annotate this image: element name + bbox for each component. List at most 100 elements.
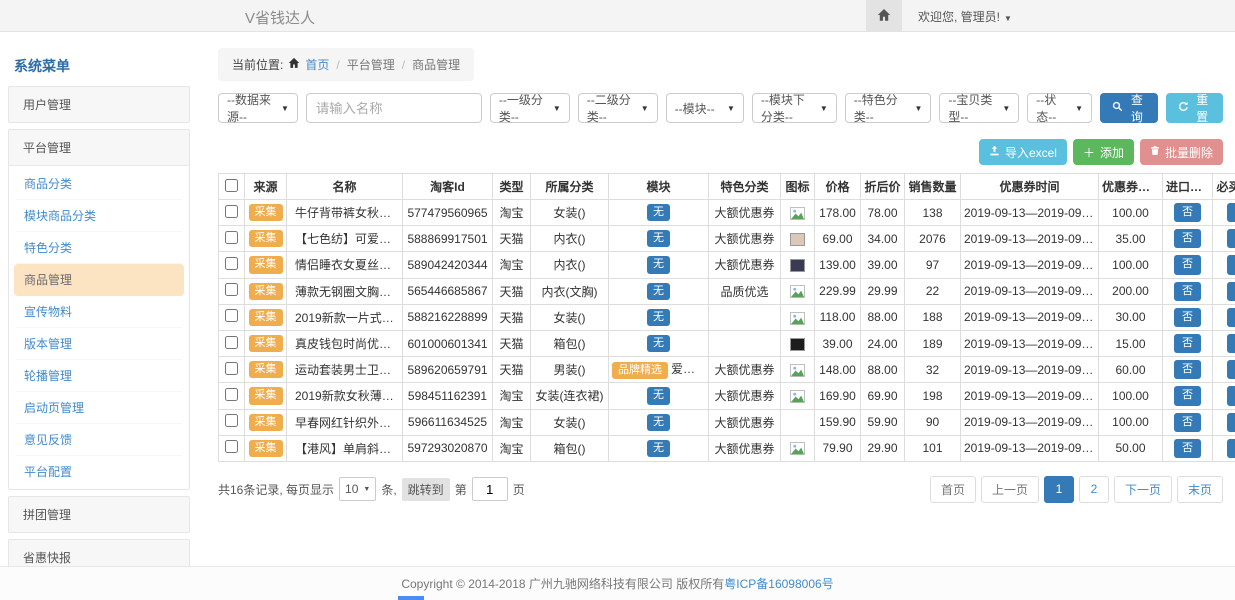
row-checkbox[interactable] (225, 283, 238, 296)
sidebar-subitem-意见反馈[interactable]: 意见反馈 (14, 424, 184, 456)
module-cell: 无 (609, 278, 709, 304)
sidebar-subitem-轮播管理[interactable]: 轮播管理 (14, 360, 184, 392)
row-checkbox[interactable] (225, 440, 238, 453)
add-button[interactable]: ＋ 添加 (1073, 139, 1134, 165)
discount-price-cell: 59.90 (861, 409, 905, 435)
sidebar-subitem-版本管理[interactable]: 版本管理 (14, 328, 184, 360)
sidebar-subitem-启动页管理[interactable]: 启动页管理 (14, 392, 184, 424)
sidebar-subitem-模块商品分类[interactable]: 模块商品分类 (14, 200, 184, 232)
sidebar-item-拼团管理[interactable]: 拼团管理 (9, 497, 189, 532)
category-cell: 女装(连衣裙) (531, 383, 609, 409)
import-select-toggle[interactable]: 否 (1174, 386, 1201, 405)
pager-button-上一页[interactable]: 上一页 (981, 476, 1039, 503)
pager-button-首页[interactable]: 首页 (930, 476, 976, 503)
breadcrumb-home-link[interactable]: 首页 (305, 56, 329, 73)
sidebar-subitem-宣传物料[interactable]: 宣传物料 (14, 296, 184, 328)
sidebar-subitem-特色分类[interactable]: 特色分类 (14, 232, 184, 264)
import-select-toggle[interactable]: 否 (1174, 282, 1201, 301)
search-input[interactable] (306, 93, 482, 123)
source-badge: 采集 (249, 440, 283, 457)
breadcrumb-item: 商品管理 (412, 56, 460, 73)
pager-button-末页[interactable]: 末页 (1177, 476, 1223, 503)
filter-select-0[interactable]: --数据来源--▼ (218, 93, 298, 123)
row-checkbox[interactable] (225, 414, 238, 427)
row-checkbox[interactable] (225, 231, 238, 244)
column-header-名称: 名称 (287, 174, 403, 200)
must-buy-toggle[interactable]: 否 (1227, 308, 1235, 327)
import-select-toggle[interactable]: 否 (1174, 255, 1201, 274)
sidebar-subitem-商品管理[interactable]: 商品管理 (14, 264, 184, 296)
must-buy-toggle[interactable]: 否 (1227, 255, 1235, 274)
pager-button-2[interactable]: 2 (1079, 476, 1109, 503)
import-excel-button[interactable]: 导入excel (979, 139, 1067, 165)
row-checkbox[interactable] (225, 388, 238, 401)
horizontal-scrollbar-thumb[interactable] (398, 596, 424, 600)
column-header-类型: 类型 (493, 174, 531, 200)
pager-button-1[interactable]: 1 (1044, 476, 1074, 503)
row-checkbox[interactable] (225, 336, 238, 349)
filter-select-4[interactable]: --模块--▼ (666, 93, 744, 123)
must-buy-toggle[interactable]: 否 (1227, 439, 1235, 458)
import-select-cell: 否 (1163, 409, 1213, 435)
user-menu[interactable]: 欢迎您, 管理员!▼ (902, 8, 1028, 25)
coupon-amount-cell: 60.00 (1099, 357, 1163, 383)
table-row: 采集早春网红针织外套女春...596611634525淘宝女装()无大额优惠券1… (219, 409, 1235, 435)
source-cell: 采集 (245, 409, 287, 435)
reset-button[interactable]: 重置 (1166, 93, 1223, 123)
category-cell: 内衣() (531, 252, 609, 278)
row-checkbox[interactable] (225, 257, 238, 270)
filter-select-8[interactable]: --状态--▼ (1027, 93, 1092, 123)
sidebar-subitem-平台配置[interactable]: 平台配置 (14, 456, 184, 487)
broken-image-icon (790, 310, 805, 324)
row-checkbox-cell (219, 330, 245, 356)
home-button[interactable] (866, 0, 902, 32)
must-buy-toggle[interactable]: 否 (1227, 229, 1235, 248)
row-checkbox[interactable] (225, 362, 238, 375)
batch-delete-button[interactable]: 批量删除 (1140, 139, 1223, 165)
import-select-toggle[interactable]: 否 (1174, 334, 1201, 353)
filter-select-2[interactable]: --一级分类--▼ (490, 93, 570, 123)
query-button[interactable]: 查询 (1100, 93, 1157, 123)
column-header-优惠券时间: 优惠券时间 (961, 174, 1099, 200)
must-buy-toggle[interactable]: 否 (1227, 360, 1235, 379)
page-number-input[interactable] (472, 477, 508, 501)
import-select-toggle[interactable]: 否 (1174, 229, 1201, 248)
import-select-toggle[interactable]: 否 (1174, 360, 1201, 379)
row-checkbox[interactable] (225, 205, 238, 218)
import-select-toggle[interactable]: 否 (1174, 413, 1201, 432)
sidebar-item-用户管理[interactable]: 用户管理 (9, 87, 189, 122)
discount-price-cell: 39.00 (861, 252, 905, 278)
jump-button[interactable]: 跳转到 (402, 478, 450, 501)
filter-select-3[interactable]: --二级分类--▼ (578, 93, 658, 123)
icon-cell (781, 383, 815, 409)
sidebar-subitem-商品分类[interactable]: 商品分类 (14, 168, 184, 200)
discount-price-cell: 24.00 (861, 330, 905, 356)
filter-select-label: --数据来源-- (227, 91, 275, 125)
per-page-select[interactable]: 10▼ (339, 477, 376, 501)
filter-select-5[interactable]: --模块下分类--▼ (752, 93, 837, 123)
row-checkbox[interactable] (225, 309, 238, 322)
filter-select-label: --一级分类-- (499, 91, 547, 125)
must-buy-toggle[interactable]: 否 (1227, 413, 1235, 432)
breadcrumb: 当前位置: 首页 / 平台管理 / 商品管理 (218, 48, 474, 81)
name-cell: 【港风】单肩斜跨链条... (287, 435, 403, 461)
must-buy-toggle[interactable]: 否 (1227, 203, 1235, 222)
import-select-toggle[interactable]: 否 (1174, 203, 1201, 222)
import-select-toggle[interactable]: 否 (1174, 439, 1201, 458)
import-select-toggle[interactable]: 否 (1174, 308, 1201, 327)
breadcrumb-item[interactable]: 平台管理 (347, 56, 395, 73)
icp-link[interactable]: 粤ICP备16098006号 (724, 575, 833, 592)
sidebar-item-平台管理[interactable]: 平台管理 (9, 130, 189, 165)
must-buy-toggle[interactable]: 否 (1227, 386, 1235, 405)
select-all-checkbox[interactable] (225, 179, 238, 192)
source-badge: 采集 (249, 283, 283, 300)
coupon-amount-cell: 100.00 (1099, 383, 1163, 409)
filter-select-6[interactable]: --特色分类--▼ (845, 93, 932, 123)
table-row: 采集薄款无钢圈文胸聚拢性...565446685867天猫内衣(文胸)无品质优选… (219, 278, 1235, 304)
must-buy-toggle[interactable]: 否 (1227, 282, 1235, 301)
must-buy-toggle[interactable]: 否 (1227, 334, 1235, 353)
pager-button-下一页[interactable]: 下一页 (1114, 476, 1172, 503)
table-row: 采集情侣睡衣女夏丝绸男士...589042420344淘宝内衣()无大额优惠券1… (219, 252, 1235, 278)
filter-select-7[interactable]: --宝贝类型--▼ (939, 93, 1019, 123)
broken-image-icon (790, 205, 805, 219)
